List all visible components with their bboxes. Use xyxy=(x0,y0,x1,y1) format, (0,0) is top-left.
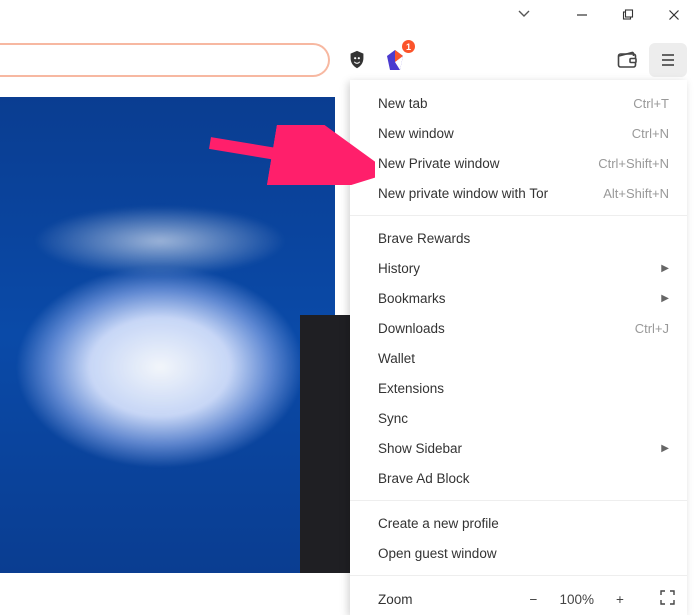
zoom-in-button[interactable]: + xyxy=(612,592,628,607)
menu-separator xyxy=(350,575,687,576)
fullscreen-icon[interactable] xyxy=(660,590,675,608)
tab-dropdown-chevron[interactable] xyxy=(517,7,531,24)
menu-zoom-row: Zoom − 100% + xyxy=(350,583,687,615)
menu-shortcut: Ctrl+T xyxy=(633,96,669,111)
menu-item-new-tab[interactable]: New tab Ctrl+T xyxy=(350,88,687,118)
menu-item-brave-ad-block[interactable]: Brave Ad Block xyxy=(350,463,687,493)
page-content-background xyxy=(0,97,335,573)
app-menu: New tab Ctrl+T New window Ctrl+N New Pri… xyxy=(350,80,687,615)
toolbar: 1 xyxy=(0,40,697,80)
menu-item-downloads[interactable]: Downloads Ctrl+J xyxy=(350,313,687,343)
menu-item-new-private-window-tor[interactable]: New private window with Tor Alt+Shift+N xyxy=(350,178,687,208)
wallpaper-jellyfish xyxy=(0,187,335,487)
menu-label: Wallet xyxy=(378,351,669,366)
menu-separator xyxy=(350,215,687,216)
menu-shortcut: Ctrl+N xyxy=(632,126,669,141)
menu-shortcut: Ctrl+Shift+N xyxy=(598,156,669,171)
menu-label: Brave Rewards xyxy=(378,231,669,246)
menu-label: New private window with Tor xyxy=(378,186,603,201)
url-bar[interactable] xyxy=(0,43,330,77)
menu-label: New tab xyxy=(378,96,633,111)
menu-label: New Private window xyxy=(378,156,598,171)
window-controls xyxy=(559,0,697,30)
app-menu-button[interactable] xyxy=(649,43,687,77)
menu-item-extensions[interactable]: Extensions xyxy=(350,373,687,403)
menu-item-open-guest-window[interactable]: Open guest window xyxy=(350,538,687,568)
submenu-chevron-icon: ▶ xyxy=(661,293,669,304)
menu-label: Extensions xyxy=(378,381,669,396)
menu-item-new-window[interactable]: New window Ctrl+N xyxy=(350,118,687,148)
close-button[interactable] xyxy=(651,0,697,30)
submenu-chevron-icon: ▶ xyxy=(661,443,669,454)
menu-item-sync[interactable]: Sync xyxy=(350,403,687,433)
menu-label: Show Sidebar xyxy=(378,441,657,456)
menu-separator xyxy=(350,500,687,501)
menu-item-history[interactable]: History ▶ xyxy=(350,253,687,283)
zoom-value: 100% xyxy=(559,592,594,607)
wallet-icon[interactable] xyxy=(609,43,645,77)
menu-shortcut: Alt+Shift+N xyxy=(603,186,669,201)
menu-item-brave-rewards[interactable]: Brave Rewards xyxy=(350,223,687,253)
brave-rewards-icon[interactable]: 1 xyxy=(378,43,412,77)
minimize-button[interactable] xyxy=(559,0,605,30)
menu-label: Create a new profile xyxy=(378,516,669,531)
menu-shortcut: Ctrl+J xyxy=(635,321,669,336)
dark-side-panel xyxy=(300,315,350,573)
menu-item-show-sidebar[interactable]: Show Sidebar ▶ xyxy=(350,433,687,463)
zoom-out-button[interactable]: − xyxy=(525,592,541,607)
menu-label: Sync xyxy=(378,411,669,426)
menu-label: Open guest window xyxy=(378,546,669,561)
maximize-button[interactable] xyxy=(605,0,651,30)
menu-label: Brave Ad Block xyxy=(378,471,669,486)
menu-label: Bookmarks xyxy=(378,291,657,306)
brave-shields-icon[interactable] xyxy=(340,43,374,77)
menu-item-new-private-window[interactable]: New Private window Ctrl+Shift+N xyxy=(350,148,687,178)
menu-item-wallet[interactable]: Wallet xyxy=(350,343,687,373)
menu-item-bookmarks[interactable]: Bookmarks ▶ xyxy=(350,283,687,313)
submenu-chevron-icon: ▶ xyxy=(661,263,669,274)
menu-item-create-profile[interactable]: Create a new profile xyxy=(350,508,687,538)
menu-label: New window xyxy=(378,126,632,141)
menu-label: Downloads xyxy=(378,321,635,336)
rewards-badge: 1 xyxy=(402,40,415,53)
menu-label: History xyxy=(378,261,657,276)
zoom-label: Zoom xyxy=(378,592,525,607)
